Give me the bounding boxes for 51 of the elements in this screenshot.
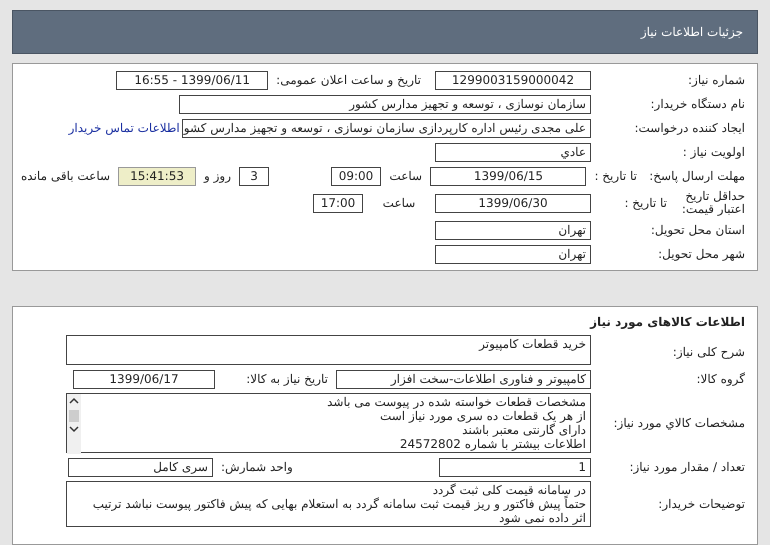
province-field: تهران [435, 220, 591, 240]
buyer-org-field: سازمان نوسازی ، توسعه و تجهیز مدارس کشور [179, 94, 591, 114]
field-label: اولویت نیاز : [682, 145, 746, 159]
city-field: تهران [435, 244, 591, 264]
priority-field: عادي [435, 142, 591, 162]
page-title: جزئیات اطلاعات نیاز [12, 10, 758, 54]
field-label: ساعت [382, 196, 416, 210]
need-number-field: 1299003159000042 [435, 70, 591, 90]
spec-line: مشخصات قطعات خواسته شده در پیوست می باشد [326, 395, 586, 409]
field-label: نام دستگاه خریدار: [650, 97, 746, 111]
note-line: اثر داده نمی شود [498, 511, 586, 525]
field-label: شماره نیاز: [687, 73, 746, 87]
field-label: مشخصات کالاي مورد نیاز: [612, 416, 746, 430]
response-date-field: 1399/06/15 [430, 166, 586, 186]
field-label: روز و [204, 169, 232, 183]
spec-line: از هر یک قطعات ده سری مورد نیاز است [378, 409, 586, 423]
days-field: 3 [239, 166, 270, 186]
field-label: گروه کالا: [696, 372, 746, 386]
field-label: شهر محل تحویل: [657, 247, 746, 261]
field-label: تا تاریخ : [594, 169, 637, 183]
goods-group-field: کامپیوتر و فناوری اطلاعات-سخت افزار [336, 370, 591, 388]
field-label: ساعت باقی مانده [21, 169, 110, 183]
requester-field: علی مجدی رئیس اداره کارپردازی سازمان نوسازی ، توسعه و تجهیز مدارس کشو [182, 118, 591, 138]
field-label: تا تاریخ : [623, 196, 667, 210]
section-title: اطلاعات کالاهای مورد نیاز [588, 314, 746, 331]
announce-date-field: 1399/06/11 - 16:55 [116, 70, 268, 90]
field-label: ایجاد کننده درخواست: [633, 121, 746, 135]
quantity-field: 1 [439, 458, 591, 476]
response-time-field: 09:00 [331, 166, 382, 186]
spec-line: دارای گارنتی معتبر باشند [461, 423, 586, 437]
need-date-field: 1399/06/17 [73, 370, 215, 388]
field-label: تعداد / مقدار مورد نیاز: [628, 460, 746, 474]
field-label: واحد شمارش: [221, 460, 294, 474]
buyer-contact-link[interactable]: اطلاعات تماس خریدار [68, 121, 180, 135]
field-label: حداقل تاریخ اعتبار قیمت: [680, 190, 746, 216]
scrollbar-drawing[interactable] [67, 394, 81, 454]
unit-field: سری کامل [68, 458, 213, 476]
spec-line: اطلاعات بیشتر با شماره 24572802 [398, 437, 586, 451]
field-label: مهلت ارسال پاسخ: [648, 169, 746, 183]
field-label: ساعت [389, 169, 422, 183]
summary-field: خرید قطعات کامپیوتر [66, 335, 591, 365]
note-line: در سامانه قیمت کلی ثبت گردد [432, 483, 586, 497]
field-label: استان محل تحویل: [650, 223, 746, 237]
field-label: توضیحات خریدار: [657, 497, 746, 511]
field-label: شرح کلی نیاز: [672, 344, 746, 359]
field-label: تاریخ و ساعت اعلان عمومی: [276, 73, 421, 87]
field-label: تاریخ نیاز به کالا: [245, 372, 328, 386]
note-line: حتماً پیش فاکتور و ریز قیمت ثبت سامانه گردد به استعلام بهایی که پیش فاکتور پیوست نباشد ترتیب [92, 497, 586, 511]
remaining-time-field: 15:41:53 [118, 166, 196, 186]
validity-time-field: 17:00 [313, 194, 363, 212]
validity-date-field: 1399/06/30 [435, 194, 591, 212]
